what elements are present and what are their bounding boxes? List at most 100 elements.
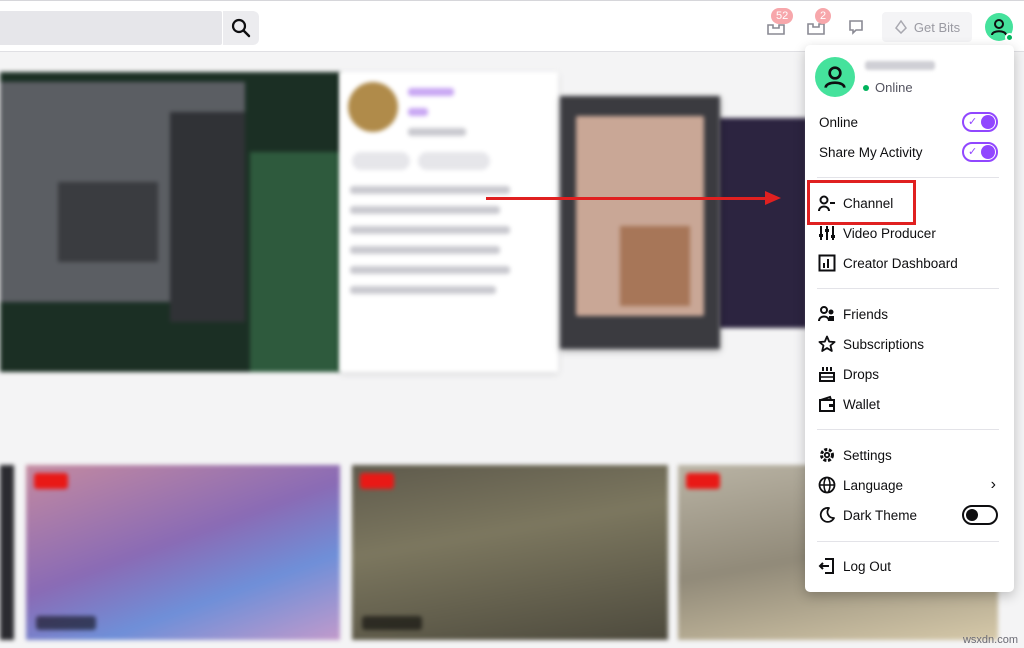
menu-avatar (815, 57, 855, 97)
streamer-avatar (348, 82, 398, 132)
menu-item-label: Log Out (843, 558, 892, 574)
category-placeholder (408, 108, 428, 116)
inbox-button[interactable]: 2 (804, 8, 832, 39)
star-icon (818, 335, 836, 352)
viewer-count-badge (362, 616, 422, 630)
user-menu-dropdown: Online Online ✓ Share My Activity ✓ Chan… (805, 45, 1014, 592)
menu-item-label: Creator Dashboard (843, 255, 958, 271)
chat-bubble-icon (849, 20, 863, 35)
carousel-side-item[interactable] (560, 96, 720, 349)
user-avatar-button[interactable] (985, 13, 1014, 42)
menu-item-log-out[interactable]: Log Out (805, 551, 1014, 581)
get-bits-button[interactable]: Get Bits (882, 12, 972, 42)
share-activity-toggle[interactable]: ✓ (962, 142, 998, 162)
user-icon (991, 19, 1007, 36)
live-badge (34, 473, 68, 489)
menu-item-drops[interactable]: Drops (805, 359, 1014, 389)
notifications-button[interactable]: 52 (764, 8, 794, 39)
share-activity-toggle-row[interactable]: Share My Activity ✓ (805, 137, 1014, 167)
viewer-count-placeholder (408, 128, 466, 136)
online-toggle-label: Online (819, 114, 859, 130)
notifications-badge: 52 (771, 8, 794, 24)
menu-item-subscriptions[interactable]: Subscriptions (805, 329, 1014, 359)
menu-item-friends[interactable]: Friends (805, 299, 1014, 329)
friends-icon (818, 306, 834, 322)
moon-icon (819, 507, 835, 523)
channel-highlight-box (807, 180, 916, 225)
sliders-icon (819, 226, 835, 240)
description-line (350, 286, 496, 294)
get-bits-label: Get Bits (913, 19, 961, 35)
description-line (350, 186, 510, 194)
video-sidebar (170, 112, 245, 322)
menu-divider (817, 429, 999, 430)
tag-chip (418, 152, 490, 170)
toggle-knob (981, 115, 995, 129)
menu-item-wallet[interactable]: Wallet (805, 389, 1014, 419)
live-badge (360, 473, 394, 489)
menu-item-label: Video Producer (843, 225, 936, 241)
menu-item-creator-dashboard[interactable]: Creator Dashboard (805, 248, 1014, 278)
toggle-knob (966, 509, 978, 521)
share-activity-toggle-label: Share My Activity (819, 144, 923, 160)
check-icon: ✓ (968, 116, 978, 128)
search-input[interactable] (0, 11, 222, 45)
online-dot (863, 84, 869, 91)
whispers-button[interactable] (844, 15, 868, 39)
dark-theme-toggle[interactable] (962, 505, 998, 525)
menu-divider (817, 541, 999, 542)
featured-stream-video[interactable] (0, 72, 340, 372)
online-toggle[interactable]: ✓ (962, 112, 998, 132)
search-button[interactable] (223, 11, 259, 45)
annotation-arrow (486, 197, 768, 200)
live-badge (686, 473, 720, 489)
menu-item-dark-theme[interactable]: Dark Theme (805, 500, 1014, 530)
online-indicator (1005, 33, 1014, 42)
gear-icon (820, 448, 834, 462)
carousel-next-item[interactable] (718, 118, 808, 328)
online-toggle-row[interactable]: Online ✓ (805, 107, 1014, 137)
menu-item-label: Drops (843, 366, 880, 382)
description-line (350, 226, 510, 234)
menu-item-label: Language (843, 477, 904, 493)
check-icon: ✓ (968, 146, 978, 158)
inbox-badge: 2 (815, 8, 832, 24)
description-line (350, 246, 500, 254)
menu-item-settings[interactable]: Settings (805, 440, 1014, 470)
menu-divider (817, 288, 999, 289)
menu-username-blurred (865, 61, 935, 70)
watermark: wsxdn.com (962, 634, 1018, 646)
menu-item-label: Wallet (843, 396, 881, 412)
video-right-area (250, 152, 340, 372)
bits-icon (894, 20, 907, 34)
description-line (350, 206, 500, 214)
logout-icon (818, 558, 834, 574)
chevron-right-icon: › (990, 476, 996, 493)
streamer-name-placeholder (408, 88, 454, 96)
description-line (350, 266, 510, 274)
video-panel-dark (58, 182, 158, 262)
menu-item-label: Dark Theme (843, 507, 918, 523)
stream-thumbnail[interactable] (0, 465, 14, 640)
toggle-knob (981, 145, 995, 159)
stream-thumbnail[interactable] (26, 465, 340, 640)
dashboard-chart-icon (818, 254, 836, 272)
stream-thumbnail[interactable] (352, 465, 668, 640)
menu-item-label: Subscriptions (843, 336, 925, 352)
globe-icon (818, 476, 836, 494)
search-icon (231, 18, 251, 38)
menu-status: Online (863, 80, 913, 95)
user-icon (824, 66, 846, 89)
menu-item-label: Settings (843, 447, 892, 463)
menu-status-label: Online (875, 80, 913, 95)
featured-stream-info-card[interactable] (340, 72, 558, 372)
thumbnail-image-detail (620, 226, 690, 306)
annotation-arrow-head (765, 191, 781, 205)
wallet-icon (819, 395, 835, 412)
viewer-count-badge (36, 616, 96, 630)
menu-divider (817, 177, 999, 178)
drops-icon (819, 367, 835, 382)
menu-item-language[interactable]: Language › (805, 470, 1014, 500)
tag-chip (352, 152, 410, 170)
menu-item-label: Friends (843, 306, 889, 322)
